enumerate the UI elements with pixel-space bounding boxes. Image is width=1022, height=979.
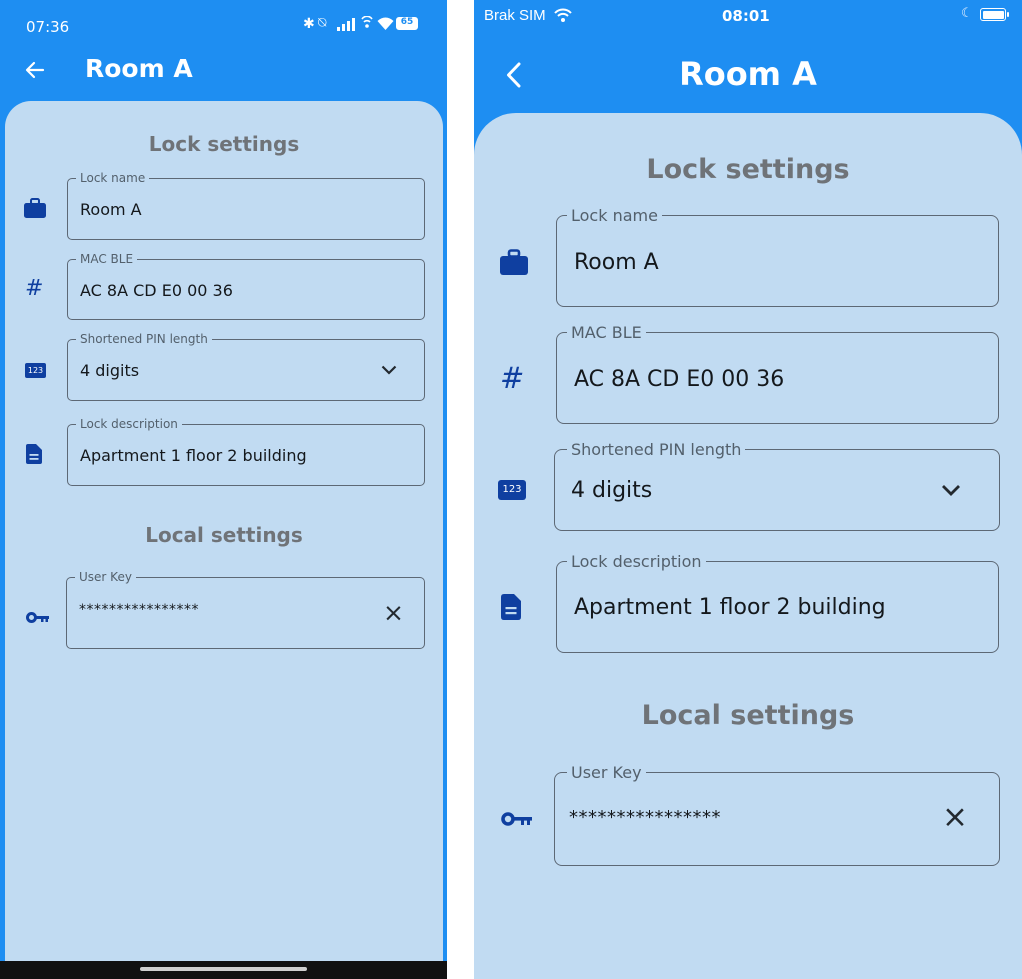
status-time: 08:01 [722, 7, 770, 25]
lock-settings-heading: Lock settings [148, 132, 300, 156]
back-arrow-icon[interactable] [25, 60, 45, 80]
status-time: 07:36 [26, 18, 70, 36]
lock-description-value[interactable]: Apartment 1 floor 2 building [574, 595, 886, 620]
ios-screen: Brak SIM 08:01 ☾ Room A Lock settings Lo… [474, 0, 1022, 979]
battery-fill [982, 10, 1004, 19]
lock-description-label: Lock description [567, 552, 706, 571]
lock-name-value[interactable]: Room A [80, 200, 142, 219]
battery-level: 65 [400, 17, 414, 27]
chevron-down-icon[interactable] [941, 484, 961, 496]
key-icon [501, 812, 532, 826]
pin-length-label: Shortened PIN length [567, 440, 746, 459]
android-status-bar: 07:36 ✱ ⍉ 65 [0, 0, 447, 55]
document-icon [501, 594, 521, 620]
hash-icon: # [25, 276, 44, 301]
hash-icon: # [500, 361, 525, 395]
clear-icon[interactable]: × [383, 598, 404, 627]
lock-settings-heading: Lock settings [646, 154, 850, 185]
android-screen: 07:36 ✱ ⍉ 65 Room A Lock settings Lock n… [0, 0, 447, 979]
user-key-value[interactable]: **************** [569, 807, 721, 828]
home-indicator[interactable] [140, 967, 307, 971]
lock-name-value[interactable]: Room A [574, 250, 659, 275]
pin-length-value: 4 digits [80, 361, 140, 380]
pin-length-value: 4 digits [571, 478, 653, 503]
user-key-field[interactable]: User Key **************** × [66, 570, 425, 649]
document-icon [26, 444, 42, 464]
lock-description-label: Lock description [76, 417, 182, 431]
page-title: Room A [85, 54, 193, 83]
pin-length-select[interactable]: Shortened PIN length 4 digits [67, 332, 425, 401]
user-key-value[interactable]: **************** [79, 602, 199, 618]
chevron-down-icon[interactable] [381, 365, 397, 375]
battery-indicator [980, 8, 1006, 21]
clear-icon[interactable]: × [942, 799, 968, 835]
wifi-icon [554, 8, 572, 22]
battery-indicator: 65 [396, 17, 418, 30]
key-icon [26, 612, 49, 623]
user-key-label: User Key [567, 763, 646, 782]
user-key-label: User Key [75, 570, 136, 584]
gesture-bar-area [0, 961, 447, 979]
lock-name-label: Lock name [76, 171, 150, 185]
local-settings-heading: Local settings [641, 700, 855, 731]
mac-ble-label: MAC BLE [76, 252, 138, 266]
mac-ble-label: MAC BLE [567, 323, 646, 342]
lock-name-label: Lock name [567, 206, 662, 225]
mac-ble-field[interactable]: MAC BLE AC 8A CD E0 00 36 [556, 323, 999, 424]
user-key-field[interactable]: User Key **************** × [554, 763, 1000, 866]
page-title: Room A [679, 55, 817, 93]
lock-description-value[interactable]: Apartment 1 floor 2 building [80, 446, 307, 465]
pin-length-label: Shortened PIN length [76, 332, 212, 346]
lock-name-field[interactable]: Lock name Room A [67, 171, 425, 240]
carrier-label: Brak SIM [484, 7, 546, 24]
mute-icon: ⍉ [318, 15, 327, 31]
lock-description-field[interactable]: Lock description Apartment 1 floor 2 bui… [67, 417, 425, 486]
wifi-icon [377, 17, 394, 30]
hotspot-icon [361, 16, 373, 28]
pin-badge-icon: 123 [498, 480, 526, 500]
battery-cap [1007, 12, 1009, 17]
pin-badge-text: 123 [502, 484, 522, 495]
briefcase-icon [500, 249, 528, 275]
mac-ble-field[interactable]: MAC BLE AC 8A CD E0 00 36 [67, 252, 425, 320]
signal-icon [337, 18, 355, 31]
moon-icon: ☾ [961, 6, 973, 21]
ios-status-bar: Brak SIM 08:01 ☾ [474, 0, 1022, 36]
pin-badge-icon: 123 [25, 363, 46, 378]
briefcase-icon [24, 198, 46, 218]
bluetooth-icon: ✱ [303, 16, 315, 32]
pin-length-select[interactable]: Shortened PIN length 4 digits [554, 440, 1000, 531]
mac-ble-value[interactable]: AC 8A CD E0 00 36 [80, 281, 233, 300]
local-settings-heading: Local settings [145, 523, 303, 547]
mac-ble-value[interactable]: AC 8A CD E0 00 36 [574, 367, 784, 392]
pin-badge-text: 123 [27, 366, 44, 375]
lock-name-field[interactable]: Lock name Room A [556, 206, 999, 307]
lock-description-field[interactable]: Lock description Apartment 1 floor 2 bui… [556, 552, 999, 653]
